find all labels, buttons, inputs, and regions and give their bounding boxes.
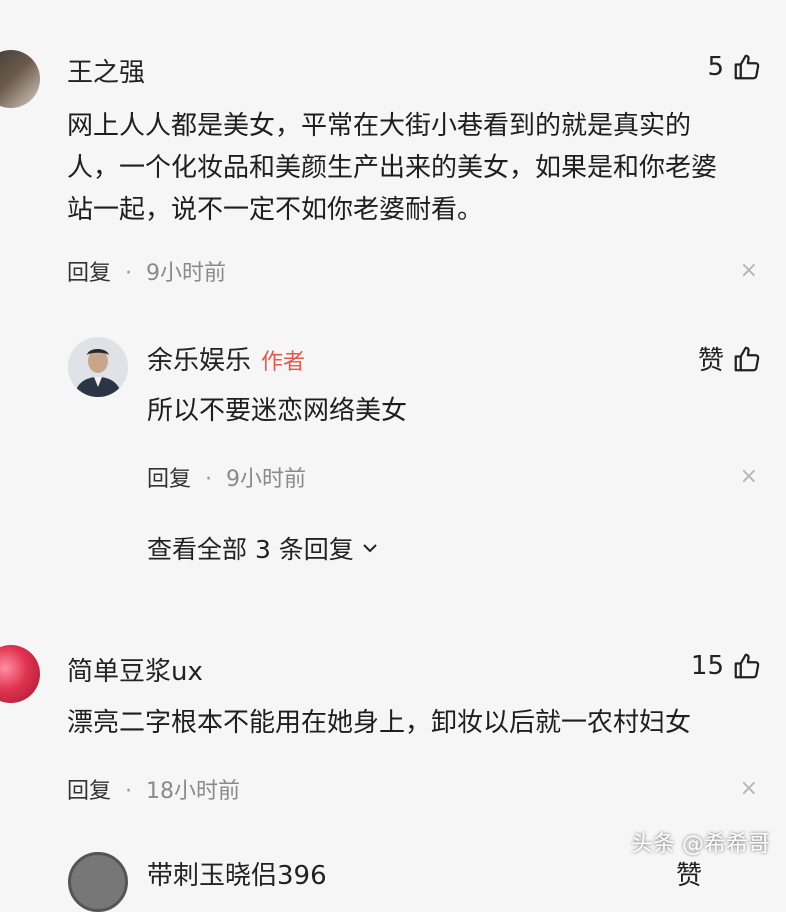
reply-button[interactable]: 回复 bbox=[147, 467, 191, 492]
like-button[interactable]: 赞 bbox=[698, 340, 762, 377]
avatar[interactable] bbox=[0, 50, 40, 108]
reply-button[interactable]: 回复 bbox=[67, 779, 111, 804]
comment-username[interactable]: 简单豆浆ux bbox=[67, 651, 203, 688]
meta-separator: · bbox=[125, 261, 133, 286]
comment-text-line: 所以不要迷恋网络美女 bbox=[147, 396, 408, 426]
avatar[interactable] bbox=[0, 645, 40, 703]
avatar[interactable] bbox=[68, 337, 128, 397]
person-avatar-icon bbox=[68, 337, 128, 397]
watermark: 头条 @希希哥 bbox=[631, 832, 770, 857]
close-icon[interactable]: × bbox=[740, 464, 758, 489]
comment-username: 余乐娱乐 作者 bbox=[147, 340, 305, 377]
like-count: 15 bbox=[690, 651, 724, 681]
comment-time: 9小时前 bbox=[226, 467, 307, 492]
comment-username[interactable]: 王之强 bbox=[67, 52, 145, 89]
comment-time: 9小时前 bbox=[146, 261, 227, 286]
comment-text-line: 人，一个化妆品和美颜生产出来的美女，如果是和你老婆 bbox=[67, 153, 718, 183]
view-all-replies-label: 查看全部 3 条回复 bbox=[147, 535, 354, 564]
close-icon[interactable]: × bbox=[740, 776, 758, 801]
close-icon[interactable]: × bbox=[740, 258, 758, 283]
comment-meta: 回复 · 9小时前 bbox=[67, 255, 226, 287]
like-button[interactable]: 15 bbox=[691, 651, 762, 681]
reply-button[interactable]: 回复 bbox=[67, 261, 111, 286]
meta-separator: · bbox=[205, 467, 213, 492]
thumbs-up-icon bbox=[734, 346, 760, 371]
thumbs-up-icon bbox=[734, 653, 760, 679]
like-button[interactable]: 5 bbox=[707, 52, 762, 82]
comment-text-line: 漂亮二字根本不能用在她身上，卸妆以后就一农村妇女 bbox=[67, 708, 692, 738]
avatar[interactable] bbox=[68, 852, 128, 912]
view-all-replies-button[interactable]: 查看全部 3 条回复 bbox=[147, 530, 380, 566]
comment-text-line: 站一起，说不一定不如你老婆耐看。 bbox=[67, 195, 484, 225]
chevron-down-icon bbox=[363, 544, 377, 553]
comment-time: 18小时前 bbox=[146, 779, 241, 804]
comment-meta: 回复 · 9小时前 bbox=[147, 461, 306, 493]
meta-separator: · bbox=[125, 779, 133, 804]
like-label: 赞 bbox=[697, 346, 724, 376]
comment-meta: 回复 · 18小时前 bbox=[67, 773, 240, 805]
author-username[interactable]: 余乐娱乐 bbox=[147, 346, 251, 376]
author-badge: 作者 bbox=[261, 350, 306, 375]
like-count: 5 bbox=[707, 52, 724, 82]
thumbs-up-icon bbox=[734, 54, 760, 80]
comment-text-line: 网上人人都是美女，平常在大街小巷看到的就是真实的 bbox=[67, 111, 692, 141]
